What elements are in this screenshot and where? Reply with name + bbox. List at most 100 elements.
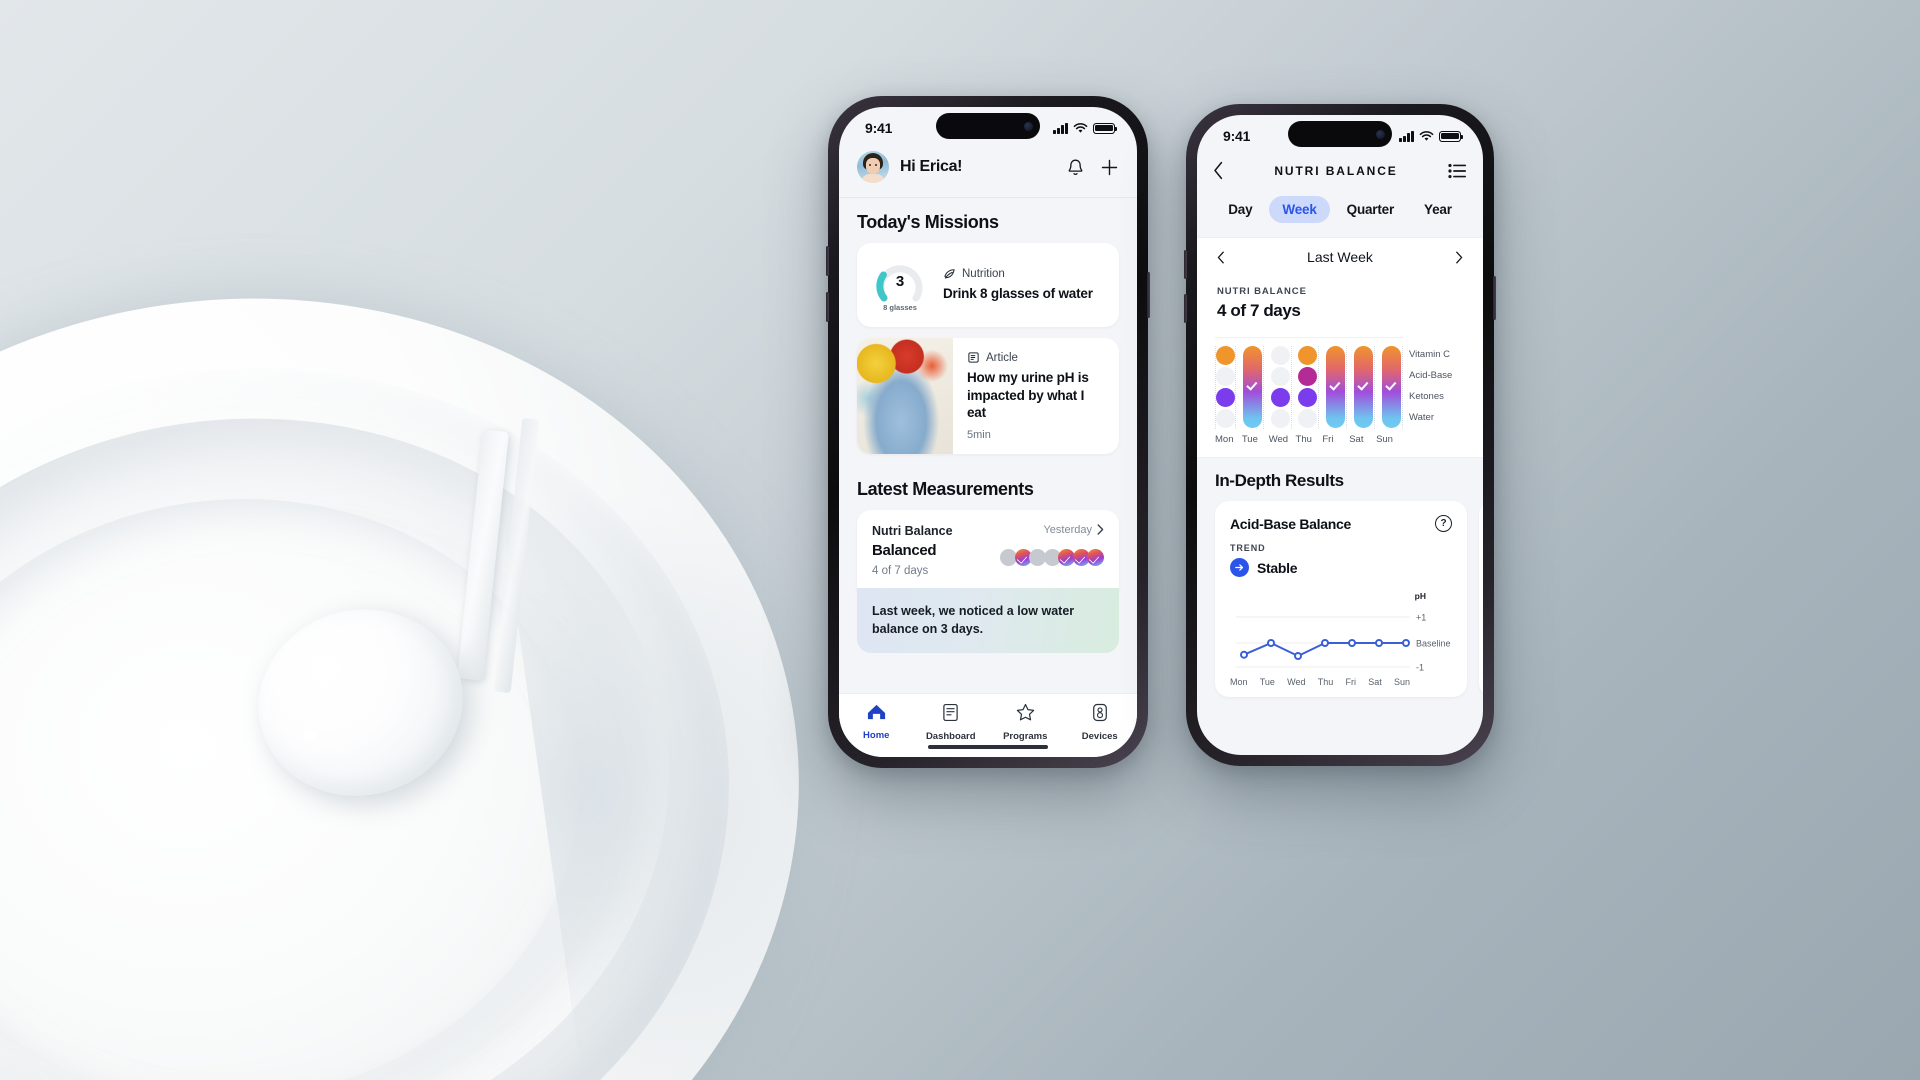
insight-banner: Last week, we noticed a low water balanc… — [857, 587, 1119, 653]
mission-card-article[interactable]: Article How my urine pH is impacted by w… — [857, 338, 1119, 454]
tab-home[interactable]: Home — [839, 703, 914, 741]
in-depth-card-vitamin-c[interactable]: Vi RE . — [1479, 501, 1483, 697]
heatmap-day-label: Wed — [1268, 434, 1289, 445]
segment-year[interactable]: Year — [1411, 196, 1465, 223]
volume-up-button[interactable] — [826, 246, 829, 276]
ph-x-tick-label: Tue — [1259, 677, 1275, 687]
ph-chart-x-axis: Mon Tue Wed Thu Fri Sat Sun — [1230, 677, 1452, 687]
status-time-2: 9:41 — [1223, 128, 1251, 144]
heatmap-cell-thu-vitc — [1298, 346, 1318, 365]
tab-dashboard-label: Dashboard — [925, 731, 976, 742]
tab-devices-label: Devices — [1081, 731, 1118, 742]
tab-devices[interactable]: Devices — [1063, 703, 1138, 742]
wifi-icon — [1073, 122, 1088, 133]
ph-data-point — [1267, 639, 1275, 647]
front-camera-icon-2 — [1376, 129, 1385, 139]
help-icon[interactable]: ? — [1435, 515, 1452, 532]
status-indicators — [1053, 122, 1118, 134]
ph-chart-svg: +1 Baseline -1 — [1236, 613, 1451, 673]
home-icon — [867, 704, 885, 720]
page-title: NUTRI BALANCE — [1274, 163, 1398, 178]
heatmap-slots — [1216, 346, 1235, 428]
measurements-section-title: Latest Measurements — [857, 478, 1034, 499]
avatar[interactable] — [857, 151, 889, 183]
plus-icon[interactable] — [1100, 158, 1119, 177]
heatmap-slots — [1270, 346, 1290, 428]
power-button-2[interactable] — [1493, 276, 1496, 320]
nutri-balance-summary: NUTRI BALANCE 4 of 7 days — [1197, 276, 1483, 323]
volume-down-button-2[interactable] — [1184, 294, 1187, 323]
ph-data-point — [1321, 639, 1329, 647]
chevron-right-icon — [1097, 524, 1104, 535]
heatmap-slots — [1326, 346, 1346, 428]
bell-icon[interactable] — [1067, 158, 1084, 177]
heatmap-column-sun[interactable] — [1381, 346, 1403, 429]
week-next-icon[interactable] — [1455, 251, 1463, 264]
heatmap-day-label: Mon — [1215, 434, 1234, 445]
heatmap-cell-thu-keto — [1298, 388, 1318, 407]
period-segmented-control: Day Week Quarter Year — [1197, 194, 1483, 237]
week-prev-icon[interactable] — [1217, 251, 1225, 264]
volume-up-button-2[interactable] — [1184, 250, 1187, 279]
tab-programs[interactable]: Programs — [988, 703, 1063, 742]
measurement-value-row: Balanced 4 of 7 days — [872, 538, 1104, 577]
dashboard-icon — [943, 703, 958, 722]
mission-kind-label: Nutrition — [962, 267, 1005, 280]
device-icon — [1092, 703, 1107, 722]
article-body: Article How my urine pH is impacted by w… — [953, 338, 1119, 454]
heatmap-cell-wed-keto — [1270, 388, 1290, 407]
heatmap-cell-wed-vitc — [1270, 346, 1290, 365]
home-header: Hi Erica! — [839, 145, 1137, 198]
heatmap-column-mon[interactable] — [1215, 346, 1236, 429]
missions-section-title: Today's Missions — [857, 212, 999, 232]
heatmap-column-wed[interactable] — [1270, 346, 1292, 429]
heatmap-day-labels: Mon Tue Wed Thu Fri Sat Sun — [1197, 429, 1483, 458]
phone-detail-screen: 9:41 NUTRI BALANCE Day Week Quarter Year… — [1197, 115, 1483, 755]
dynamic-island-2 — [1288, 121, 1392, 147]
sensor-puck-highlight — [303, 730, 317, 740]
in-depth-carousel[interactable]: Acid-Base Balance ? TREND Stable pH +1 Ba… — [1197, 501, 1483, 697]
heatmap-column-tue[interactable] — [1242, 346, 1264, 429]
measurement-name: Nutri Balance — [872, 523, 953, 538]
list-icon[interactable] — [1448, 163, 1467, 179]
card-trend-value: Stable — [1257, 559, 1298, 576]
header-actions — [1067, 158, 1119, 177]
legend-vitamin-c: Vitamin C — [1409, 349, 1451, 360]
segment-day[interactable]: Day — [1215, 196, 1265, 223]
heatmap-column-thu[interactable] — [1298, 346, 1320, 429]
heatmap-day-label: Tue — [1241, 434, 1258, 445]
arrow-right-icon — [1230, 558, 1249, 577]
heatmap-slots — [1354, 346, 1374, 428]
water-gauge: 3 8 glasses — [871, 258, 929, 312]
dynamic-island — [936, 113, 1040, 139]
ph-data-point — [1240, 650, 1248, 659]
in-depth-title: In-Depth Results — [1215, 471, 1344, 490]
ph-x-tick-label: Wed — [1287, 677, 1306, 687]
heatmap-column-fri[interactable] — [1326, 346, 1348, 429]
tab-dashboard[interactable]: Dashboard — [914, 703, 989, 742]
ph-x-tick-label: Sun — [1393, 677, 1410, 687]
chart-unit-label: pH — [1414, 591, 1426, 601]
heatmap-column-sat[interactable] — [1354, 346, 1376, 429]
mission-kind-row: Nutrition — [943, 267, 1105, 280]
segment-quarter[interactable]: Quarter — [1334, 196, 1407, 223]
segment-week[interactable]: Week — [1269, 196, 1330, 223]
volume-down-button[interactable] — [826, 292, 829, 322]
measurement-card-nutri-balance[interactable]: Nutri Balance Yesterday Balanced 4 of 7 … — [857, 509, 1119, 592]
power-button[interactable] — [1147, 272, 1150, 318]
legend-acid-base: Acid-Base — [1409, 370, 1453, 381]
heatmap-day-label: Fri — [1322, 434, 1334, 445]
chevron-left-icon[interactable] — [1213, 161, 1224, 180]
nutri-balance-headline: 4 of 7 days — [1217, 301, 1301, 320]
ph-data-point — [1375, 639, 1383, 647]
card-kicker: TREND — [1230, 543, 1266, 553]
card-header: Acid-Base Balance ? — [1230, 515, 1452, 532]
heatmap-day-label: Sat — [1349, 434, 1364, 445]
heatmap-cell-mon-keto — [1216, 388, 1235, 407]
home-indicator[interactable] — [928, 744, 1048, 749]
status-indicators-2 — [1399, 130, 1464, 142]
measurement-when-label: Yesterday — [1043, 523, 1092, 536]
in-depth-card-acid-base[interactable]: Acid-Base Balance ? TREND Stable pH +1 Ba… — [1215, 501, 1467, 697]
mission-card-nutrition[interactable]: 3 8 glasses Nutrition Drink 8 glasses of… — [857, 243, 1119, 327]
star-icon — [1016, 703, 1034, 721]
